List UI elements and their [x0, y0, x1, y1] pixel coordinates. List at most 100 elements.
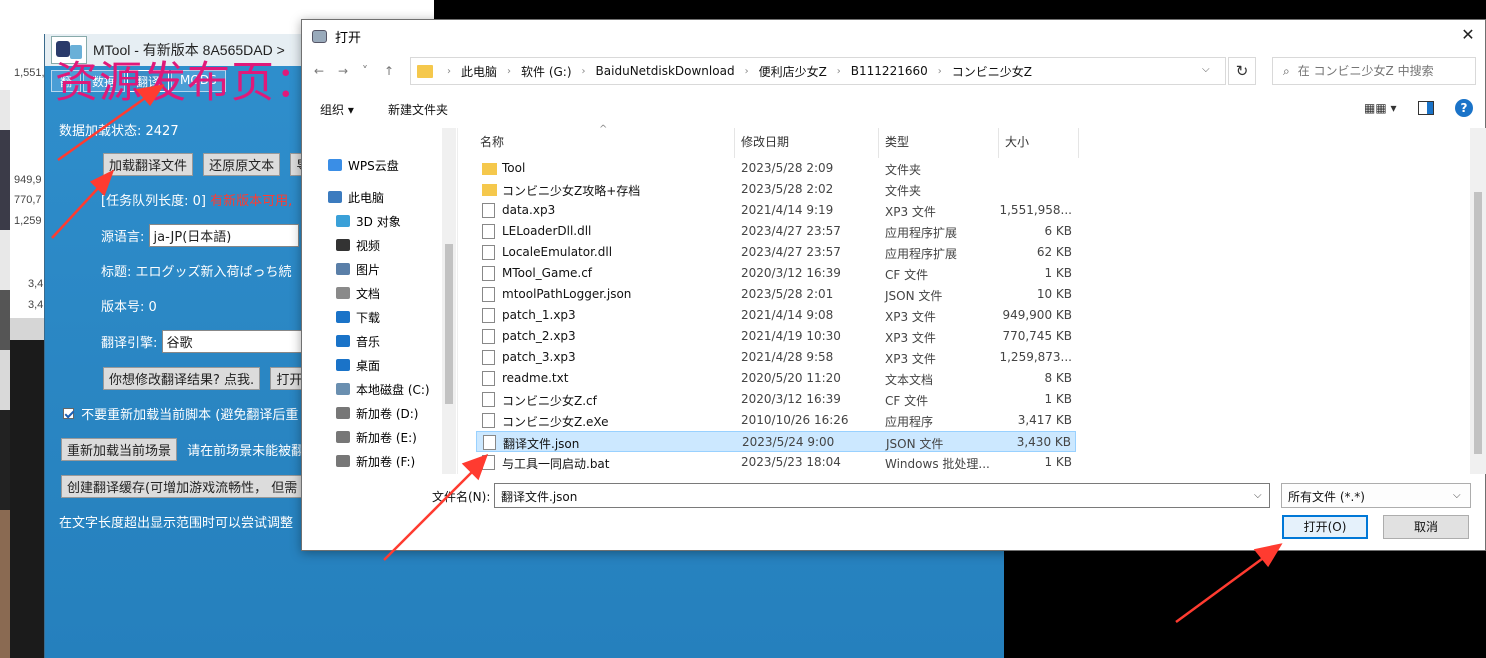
file-name: LocaleEmulator.dll — [502, 245, 613, 259]
engine-label: 翻译引擎: — [101, 336, 158, 351]
breadcrumb-id-folder[interactable]: B111221660 — [851, 64, 928, 78]
file-row[interactable]: patch_1.xp3 2021/4/14 9:08 XP3 文件 949,900 K… — [476, 305, 1076, 326]
file-type: 文件夹 — [885, 184, 922, 198]
column-header-size[interactable]: 大小 — [1005, 133, 1029, 150]
organize-button[interactable]: 组织 ▾ — [320, 101, 354, 118]
tree-item[interactable]: 文档 — [336, 282, 380, 304]
tree-item[interactable]: 新加卷 (D:) — [336, 402, 418, 424]
column-divider[interactable] — [1078, 128, 1079, 158]
tree-item[interactable]: 本地磁盘 (C:) — [336, 378, 430, 400]
search-input[interactable] — [1297, 64, 1458, 78]
file-row[interactable]: LELoaderDll.dll 2023/4/27 23:57 应用程序扩展 6 KB — [476, 221, 1076, 242]
chevron-down-icon[interactable]: ⌵ — [1453, 490, 1461, 501]
file-list-scrollbar[interactable] — [1470, 128, 1486, 474]
file-row[interactable]: readme.txt 2020/5/20 11:20 文本文档 8 KB — [476, 368, 1076, 389]
file-row[interactable]: LocaleEmulator.dll 2023/4/27 23:57 应用程序扩展 6… — [476, 242, 1076, 263]
open-button[interactable]: 打开(O) — [1282, 515, 1368, 539]
tree-item[interactable]: 图片 — [336, 258, 380, 280]
file-date: 2023/5/28 2:01 — [741, 287, 834, 301]
tree-item[interactable]: 新加卷 (F:) — [336, 450, 415, 472]
file-row[interactable]: コンビニ少女Z.cf 2020/3/12 16:39 CF 文件 1 KB — [476, 389, 1076, 410]
column-header-type[interactable]: 类型 — [885, 133, 909, 150]
breadcrumb-baidu[interactable]: BaiduNetdiskDownload — [596, 64, 735, 78]
chevron-down-icon[interactable]: ⌵ — [1254, 490, 1262, 501]
tree-item[interactable]: 下载 — [336, 306, 380, 328]
file-row[interactable]: 翻译文件.json 2023/5/24 9:00 JSON 文件 3,430 KB — [476, 431, 1076, 452]
tree-item[interactable]: 视频 — [336, 234, 380, 256]
file-row[interactable]: data.xp3 2021/4/14 9:19 XP3 文件 1,551,958... — [476, 200, 1076, 221]
column-header-name[interactable]: 名称 — [480, 133, 504, 150]
cube-icon — [336, 215, 350, 227]
breadcrumb-store-girl[interactable]: 便利店少女Z — [759, 63, 827, 80]
new-folder-button[interactable]: 新建文件夹 — [388, 101, 448, 118]
forward-arrow-icon[interactable]: → — [338, 64, 348, 78]
recent-dropdown-icon[interactable]: ˅ — [362, 64, 368, 78]
file-name: patch_1.xp3 — [502, 308, 576, 322]
column-divider[interactable] — [878, 128, 879, 158]
tree-item-label: 音乐 — [356, 334, 381, 349]
drive-icon — [336, 407, 350, 419]
engine-select[interactable]: 谷歌 — [161, 330, 302, 353]
file-name: コンビニ少女Z攻略+存档 — [502, 184, 641, 198]
chevron-down-icon[interactable]: ⌵ — [1202, 64, 1210, 75]
tree-item[interactable]: 此电脑 — [328, 186, 384, 208]
file-row[interactable]: patch_3.xp3 2021/4/28 9:58 XP3 文件 1,259,873… — [476, 347, 1076, 368]
breadcrumb-current[interactable]: コンビニ少女Z — [952, 63, 1032, 80]
file-row[interactable]: コンビニ少女Z攻略+存档 2023/5/28 2:02 文件夹 — [476, 179, 1076, 200]
modify-translation-button[interactable]: 你想修改翻译结果? 点我. — [103, 367, 261, 390]
preview-pane-icon[interactable] — [1418, 101, 1434, 115]
new-version-warning[interactable]: 有新版本可用, — [210, 194, 292, 209]
file-row[interactable]: Tool 2023/5/28 2:09 文件夹 — [476, 158, 1076, 179]
tree-item[interactable]: 新加卷 (E:) — [336, 426, 417, 448]
view-options-button[interactable]: ▦▦ ▾ — [1364, 101, 1397, 115]
restore-original-button[interactable]: 还原原文本 — [203, 153, 281, 176]
file-date: 2010/10/26 16:26 — [741, 413, 849, 427]
tree-item-label: 新加卷 (D:) — [356, 406, 419, 421]
tree-item-label: 3D 对象 — [356, 214, 401, 229]
background-number: 3,4 — [28, 278, 44, 290]
no-reload-checkbox[interactable] — [63, 408, 74, 419]
filename-input[interactable]: 翻译文件.json — [494, 483, 1270, 508]
breadcrumb-this-pc[interactable]: 此电脑 — [461, 63, 497, 80]
file-icon — [482, 329, 495, 344]
file-size: 1 KB — [1044, 455, 1072, 469]
breadcrumb-drive-g[interactable]: 软件 (G:) — [521, 63, 572, 80]
refresh-button[interactable]: ↻ — [1228, 57, 1256, 85]
back-arrow-icon[interactable]: ← — [314, 64, 324, 78]
file-row[interactable]: 与工具一同启动.bat 2023/5/23 18:04 Windows 批处理...… — [476, 452, 1076, 473]
background-number: 1,259 — [14, 215, 42, 227]
tree-item[interactable]: 桌面 — [336, 354, 380, 376]
cancel-button[interactable]: 取消 — [1383, 515, 1469, 539]
file-row[interactable]: MTool_Game.cf 2020/3/12 16:39 CF 文件 1 KB — [476, 263, 1076, 284]
scrollbar-thumb[interactable] — [1474, 192, 1482, 454]
file-row[interactable]: コンビニ少女Z.eXe 2010/10/26 16:26 应用程序 3,417 KB — [476, 410, 1076, 431]
filetype-select[interactable]: 所有文件 (*.*) — [1281, 483, 1471, 508]
column-divider[interactable] — [734, 128, 735, 158]
up-arrow-icon[interactable]: ↑ — [384, 64, 394, 78]
source-lang-select[interactable]: ja-JP(日本語) — [148, 224, 299, 247]
close-icon[interactable]: ✕ — [1459, 26, 1477, 44]
file-icon — [482, 371, 495, 386]
dialog-titlebar[interactable]: 打开 — [302, 20, 1485, 52]
column-header-date[interactable]: 修改日期 — [741, 133, 789, 150]
file-date: 2023/5/28 2:09 — [741, 161, 834, 175]
file-row[interactable]: mtoolPathLogger.json 2023/5/28 2:01 JSON 文… — [476, 284, 1076, 305]
create-cache-button[interactable]: 创建翻译缓存(可增加游戏流畅性， 但需 — [61, 475, 304, 498]
file-row[interactable]: patch_2.xp3 2021/4/19 10:30 XP3 文件 770,745 … — [476, 326, 1076, 347]
column-divider[interactable] — [998, 128, 999, 158]
tree-item[interactable]: WPS云盘 — [328, 154, 399, 176]
help-icon[interactable]: ? — [1455, 99, 1473, 117]
tree-item-label: 新加卷 (E:) — [356, 430, 417, 445]
address-bar[interactable]: › 此电脑 › 软件 (G:) › BaiduNetdiskDownload ›… — [410, 57, 1226, 85]
reload-scene-button[interactable]: 重新加载当前场景 — [61, 438, 178, 461]
background-number: 770,7 — [14, 194, 42, 206]
scrollbar-thumb[interactable] — [445, 244, 453, 404]
load-status: 数据加载状态: 2427 — [59, 124, 179, 139]
tree-scrollbar[interactable] — [442, 128, 456, 474]
tree-item[interactable]: 音乐 — [336, 330, 380, 352]
load-translation-button[interactable]: 加载翻译文件 — [103, 153, 194, 176]
dialog-navigation-bar: ← → ˅ ↑ › 此电脑 › 软件 (G:) › BaiduNetdiskDo… — [302, 56, 1485, 86]
tree-item[interactable]: 3D 对象 — [336, 210, 401, 232]
file-name: data.xp3 — [502, 203, 556, 217]
search-box[interactable]: ⌕ — [1272, 57, 1476, 85]
